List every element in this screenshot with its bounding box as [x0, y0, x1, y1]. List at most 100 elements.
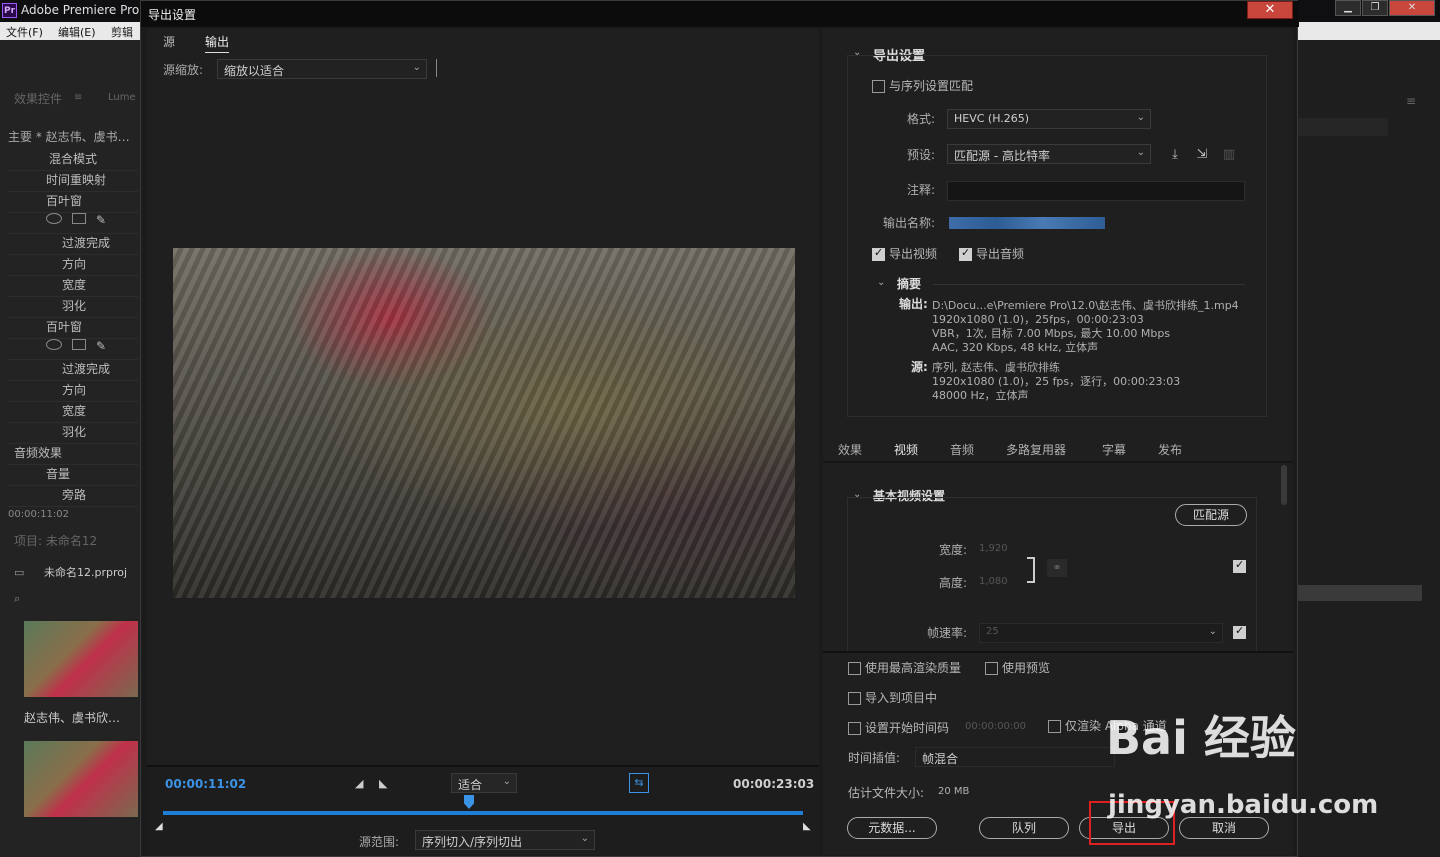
- scrollbar-thumb[interactable]: [1281, 465, 1287, 505]
- match-fps-checkbox[interactable]: [1233, 624, 1246, 639]
- export-audio-checkbox[interactable]: [959, 246, 972, 261]
- height-value[interactable]: 1,080: [979, 576, 1008, 587]
- mask-tools-row[interactable]: ✎: [8, 213, 138, 234]
- transition-completion-row[interactable]: 过渡完成: [8, 234, 138, 255]
- rect-mask-icon[interactable]: [72, 339, 86, 350]
- fit-dropdown[interactable]: 适合 ⌄: [451, 773, 517, 793]
- pen-icon[interactable]: ✎: [96, 339, 106, 353]
- clip-thumbnail-label[interactable]: 赵志伟、虞书欣…: [24, 709, 120, 726]
- frame-rate-dropdown[interactable]: 25 ⌄: [979, 623, 1223, 643]
- menu-edit[interactable]: 编辑(E): [58, 24, 96, 40]
- volume-row[interactable]: 音量: [8, 465, 138, 486]
- project-label[interactable]: 项目: 未命名12: [14, 532, 97, 549]
- metadata-button[interactable]: 元数据...: [847, 817, 937, 839]
- tab-lumetri[interactable]: Lume: [108, 92, 136, 103]
- ellipse-mask-icon[interactable]: [46, 339, 62, 350]
- export-video-checkbox[interactable]: [872, 246, 885, 261]
- tab-effect-controls[interactable]: 效果控件: [14, 90, 62, 107]
- minimize-icon[interactable]: ▁: [1335, 0, 1361, 16]
- blend-mode-row[interactable]: 混合模式: [8, 150, 138, 171]
- source-scale-dropdown[interactable]: 缩放以适合 ⌄: [217, 59, 427, 79]
- direction-row[interactable]: 方向: [8, 255, 138, 276]
- link-icon[interactable]: ⚭: [1047, 559, 1067, 577]
- width-value[interactable]: 1,920: [979, 543, 1008, 554]
- time-remap-row[interactable]: 时间重映射: [8, 171, 138, 192]
- match-source-button[interactable]: 匹配源: [1175, 504, 1247, 526]
- menu-clip[interactable]: 剪辑: [111, 24, 133, 40]
- match-sequence-checkbox[interactable]: [872, 80, 885, 93]
- tab-multiplexer[interactable]: 多路复用器: [1006, 441, 1066, 458]
- use-preview-label: 使用预览: [1002, 661, 1051, 675]
- preset-value: 匹配源 - 高比特率: [954, 149, 1050, 163]
- delete-preset-icon[interactable]: ▥: [1220, 147, 1238, 163]
- preset-dropdown[interactable]: 匹配源 - 高比特率 ⌄: [947, 144, 1151, 164]
- cancel-button[interactable]: 取消: [1179, 817, 1269, 839]
- save-preset-icon[interactable]: ⤓: [1166, 147, 1184, 163]
- maximize-icon[interactable]: ❐: [1362, 0, 1388, 16]
- timecode-in[interactable]: 00:00:11:02: [165, 777, 246, 791]
- mask-tools-row-2[interactable]: ✎: [8, 339, 138, 360]
- tab-publish[interactable]: 发布: [1158, 441, 1182, 458]
- tab-captions[interactable]: 字幕: [1102, 441, 1126, 458]
- pen-icon[interactable]: ✎: [96, 213, 106, 227]
- comment-input[interactable]: [947, 181, 1245, 201]
- direction-row-2[interactable]: 方向: [8, 381, 138, 402]
- aspect-ratio-icon[interactable]: ⇆: [629, 773, 649, 793]
- format-dropdown[interactable]: HEVC (H.265) ⌄: [947, 109, 1151, 129]
- format-label: 格式:: [906, 112, 935, 126]
- source-scale-value: 缩放以适合: [224, 64, 285, 78]
- interp-dropdown[interactable]: 帧混合: [915, 747, 1115, 767]
- mark-out-icon[interactable]: ◣: [379, 777, 387, 790]
- range-end-handle-icon[interactable]: ◣: [803, 821, 811, 832]
- search-field[interactable]: [1298, 118, 1388, 136]
- project-file[interactable]: 未命名12.prproj: [44, 564, 127, 580]
- import-project-checkbox[interactable]: [848, 692, 861, 705]
- use-preview-checkbox[interactable]: [985, 662, 998, 675]
- width-row[interactable]: 宽度: [8, 276, 138, 297]
- rect-mask-icon[interactable]: [72, 213, 86, 224]
- dialog-close-icon[interactable]: ✕: [1247, 1, 1293, 19]
- venetian-blinds-row[interactable]: 百叶窗: [8, 192, 138, 213]
- queue-button[interactable]: 队列: [979, 817, 1069, 839]
- tab-output[interactable]: 输出: [205, 33, 230, 53]
- dialog-title: 导出设置: [148, 8, 197, 22]
- app-close-icon[interactable]: ✕: [1389, 0, 1435, 16]
- alpha-only-checkbox[interactable]: [1048, 720, 1061, 733]
- max-render-checkbox[interactable]: [848, 662, 861, 675]
- ellipse-mask-icon[interactable]: [46, 213, 62, 224]
- menu-icon[interactable]: ≡: [74, 92, 82, 103]
- tab-video[interactable]: 视频: [894, 441, 919, 462]
- tab-effects[interactable]: 效果: [838, 441, 862, 458]
- preview-scrub-track[interactable]: [163, 811, 803, 815]
- source-range-dropdown[interactable]: 序列切入/序列切出 ⌄: [415, 830, 595, 850]
- feather-row[interactable]: 羽化: [8, 297, 138, 318]
- source-scale-label: 源缩放:: [163, 63, 204, 77]
- width-row-2[interactable]: 宽度: [8, 402, 138, 423]
- feather-row-2[interactable]: 羽化: [8, 423, 138, 444]
- mark-in-icon[interactable]: ◢: [355, 777, 363, 790]
- transition-completion-row-2[interactable]: 过渡完成: [8, 360, 138, 381]
- chevron-down-icon: ⌄: [412, 62, 421, 73]
- bypass-row[interactable]: 旁路: [8, 486, 138, 507]
- match-size-checkbox[interactable]: [1233, 558, 1246, 573]
- venetian-blinds-row-2[interactable]: 百叶窗: [8, 318, 138, 339]
- range-start-handle-icon[interactable]: ◢: [155, 821, 163, 832]
- start-timecode-value[interactable]: 00:00:00:00: [965, 721, 1026, 732]
- panel-menu-icon[interactable]: ≡: [1406, 94, 1416, 108]
- search-icon[interactable]: ⌕: [14, 592, 20, 606]
- format-value: HEVC (H.265): [954, 112, 1030, 125]
- clip-thumbnail-2[interactable]: [24, 741, 138, 817]
- link-bracket: [1027, 557, 1035, 583]
- tab-audio[interactable]: 音频: [950, 441, 974, 458]
- tab-source[interactable]: 源: [163, 33, 175, 50]
- clip-thumbnail[interactable]: [24, 621, 138, 697]
- import-preset-icon[interactable]: ⇲: [1193, 147, 1211, 163]
- audio-effects-row[interactable]: 音频效果: [8, 444, 138, 465]
- start-timecode-checkbox[interactable]: [848, 722, 861, 735]
- menu-file[interactable]: 文件(F): [6, 24, 43, 40]
- output-name-link[interactable]: [949, 217, 1105, 229]
- divider: [823, 461, 1293, 463]
- source-range-value: 序列切入/序列切出: [422, 835, 523, 849]
- import-project-label: 导入到项目中: [865, 691, 938, 705]
- summary-chevron-icon[interactable]: ⌄: [877, 277, 885, 288]
